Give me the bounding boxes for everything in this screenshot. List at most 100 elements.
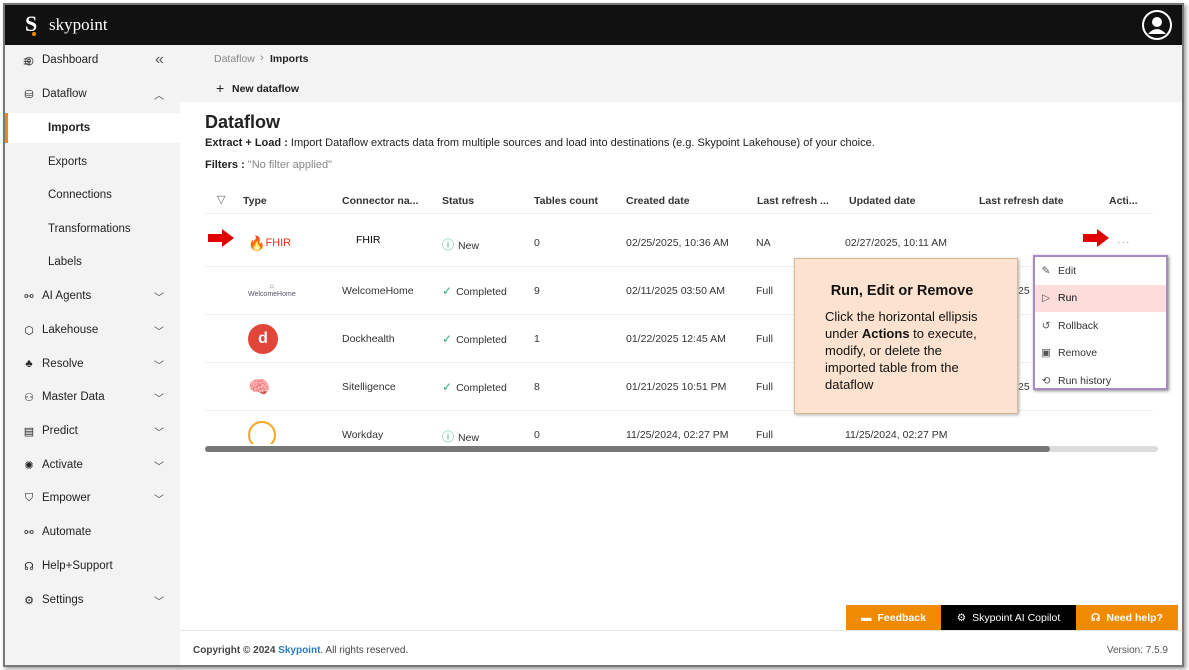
- copyright: Copyright © 2024 Skypoint. All rights re…: [193, 645, 408, 656]
- created-date: 11/25/2024, 02:27 PM: [626, 429, 729, 441]
- gear-icon: ⚙: [24, 594, 34, 607]
- page-header: Dataflow › Imports + New dataflow: [180, 45, 1182, 102]
- status-badge: ⓘ New: [442, 428, 479, 444]
- gauge-icon: ◎: [24, 54, 34, 67]
- last-refresh-type: NA: [756, 237, 771, 249]
- user-icon: [1144, 12, 1170, 38]
- filters: Filters : "No filter applied": [205, 159, 332, 171]
- sidebar-item-label: Settings: [42, 594, 84, 606]
- connector-logo: [248, 421, 276, 444]
- headset-icon: ☊: [24, 560, 34, 573]
- column-header[interactable]: Last refresh date: [979, 195, 1064, 207]
- headset-icon: ☊: [1091, 611, 1101, 624]
- column-header[interactable]: Last refresh ...: [757, 195, 829, 207]
- plus-icon: +: [216, 80, 225, 96]
- column-header[interactable]: Updated date: [849, 195, 916, 207]
- connector-name[interactable]: FHIR: [356, 234, 381, 246]
- sidebar-item-activate[interactable]: ✺ Activate ﹀: [5, 450, 180, 480]
- chevron-up-icon[interactable]: ︿: [154, 87, 164, 102]
- copilot-button[interactable]: ⚙ Skypoint AI Copilot: [941, 605, 1076, 630]
- updated-date: 02/27/2025, 10:11 AM: [845, 237, 947, 249]
- horizontal-scrollbar[interactable]: [205, 446, 1158, 452]
- user-avatar[interactable]: [1142, 10, 1172, 40]
- highlighted-menu-item-label: Run: [1058, 292, 1078, 305]
- menu-item-run-history[interactable]: ⟲ Run history: [1035, 367, 1166, 395]
- created-date: 01/22/2025 12:45 AM: [626, 333, 726, 345]
- red-arrow-icon: [1083, 229, 1109, 247]
- tables-count: 0: [534, 429, 540, 441]
- callout-text-bold: Actions: [861, 326, 910, 341]
- sidebar-item-dashboard[interactable]: ◎ Dashboard: [5, 45, 180, 75]
- status-text: Completed: [456, 286, 507, 298]
- need-help-button[interactable]: ☊ Need help?: [1076, 605, 1178, 630]
- new-dataflow-button[interactable]: New dataflow: [232, 83, 299, 95]
- menu-item-edit[interactable]: ✎ Edit: [1035, 257, 1166, 285]
- check-circle-icon: ✓: [442, 380, 453, 394]
- connector-name[interactable]: Sitelligence: [342, 381, 396, 393]
- last-refresh-type: Full: [756, 333, 773, 345]
- sidebar-item-label: Exports: [48, 156, 87, 168]
- connector-logo: d: [248, 324, 278, 354]
- column-header[interactable]: Acti...: [1109, 195, 1138, 207]
- feedback-button[interactable]: ▬ Feedback: [846, 605, 941, 630]
- last-refresh-date: 25: [1018, 381, 1030, 393]
- chevron-down-icon[interactable]: ﹀: [154, 491, 164, 506]
- sidebar-item-label: Help+Support: [42, 560, 113, 572]
- breadcrumb-separator: ›: [260, 52, 264, 64]
- sidebar-item-label: Dashboard: [42, 54, 99, 66]
- menu-item-remove[interactable]: ▣ Remove: [1035, 340, 1166, 368]
- flow-icon: ⚯: [24, 526, 34, 539]
- sidebar-item-settings[interactable]: ⚙ Settings ﹀: [5, 585, 180, 615]
- callout-text: Click the horizontal ellipsis under Acti…: [825, 308, 989, 393]
- top-bar: S skypoint: [5, 5, 1182, 45]
- chevron-down-icon[interactable]: ﹀: [154, 458, 164, 473]
- column-header[interactable]: Type: [243, 195, 267, 207]
- last-refresh-type: Full: [756, 285, 773, 297]
- connector-name[interactable]: Dockhealth: [342, 333, 395, 345]
- sidebar-item-label: Empower: [42, 492, 91, 504]
- remove-icon: ▣: [1041, 347, 1051, 360]
- breadcrumb-parent[interactable]: Dataflow: [214, 53, 255, 65]
- menu-item-rollback[interactable]: ↺ Rollback: [1035, 312, 1166, 340]
- sidebar-item-empower[interactable]: ⛉ Empower ﹀: [5, 483, 180, 513]
- filter-icon[interactable]: ▽: [217, 193, 225, 206]
- version: Version: 7.5.9: [1106, 645, 1168, 656]
- callout-title: Run, Edit or Remove: [830, 283, 974, 299]
- sidebar-item-connections[interactable]: Connections: [5, 180, 180, 210]
- column-header[interactable]: Created date: [626, 195, 690, 207]
- connector-name[interactable]: WelcomeHome: [342, 285, 414, 297]
- red-arrow-icon: [208, 229, 234, 247]
- shield-icon: ⛉: [24, 491, 34, 504]
- chevron-down-icon[interactable]: ﹀: [154, 593, 164, 608]
- logo-dot: [32, 32, 36, 36]
- column-header[interactable]: Tables count: [534, 195, 598, 207]
- chat-icon: ▬: [861, 611, 872, 624]
- column-header[interactable]: Status: [442, 195, 474, 207]
- sidebar-item-automate[interactable]: ⚯ Automate: [5, 517, 180, 547]
- check-circle-icon: ✓: [442, 332, 453, 346]
- tables-count: 9: [534, 285, 540, 297]
- menu-item-run[interactable]: ▷ Run Run: [1035, 284, 1166, 312]
- sidebar-item-dataflow[interactable]: ⛁ Dataflow ︿: [5, 79, 180, 109]
- sidebar-item-label: Dataflow: [42, 88, 87, 100]
- sidebar-item-exports[interactable]: Exports: [5, 147, 180, 177]
- connector-logo: 🔥 FHIR: [248, 234, 292, 251]
- status-badge: ✓ Completed: [442, 332, 507, 346]
- bulb-icon: ✺: [24, 459, 34, 472]
- check-circle-icon: ✓: [442, 284, 453, 298]
- scrollbar-thumb[interactable]: [205, 446, 1050, 452]
- sidebar-item-help-support[interactable]: ☊ Help+Support: [5, 551, 180, 581]
- pencil-icon: ✎: [1041, 264, 1051, 277]
- menu-item-label: Edit: [1058, 264, 1077, 277]
- desc-label: Extract + Load :: [205, 137, 288, 149]
- footer: Copyright © 2024 Skypoint. All rights re…: [180, 630, 1182, 665]
- sidebar-item-imports[interactable]: Imports: [5, 113, 180, 143]
- menu-item-label: Rollback: [1058, 319, 1099, 332]
- column-header[interactable]: Connector na...: [342, 195, 418, 207]
- filters-value: "No filter applied": [247, 159, 333, 171]
- menu-item-label: Remove: [1058, 347, 1098, 360]
- brand-link[interactable]: Skypoint: [278, 645, 320, 656]
- status-badge: ✓ Completed: [442, 284, 507, 298]
- more-actions-ellipsis-icon[interactable]: ···: [1117, 236, 1131, 248]
- connector-name[interactable]: Workday: [342, 429, 383, 441]
